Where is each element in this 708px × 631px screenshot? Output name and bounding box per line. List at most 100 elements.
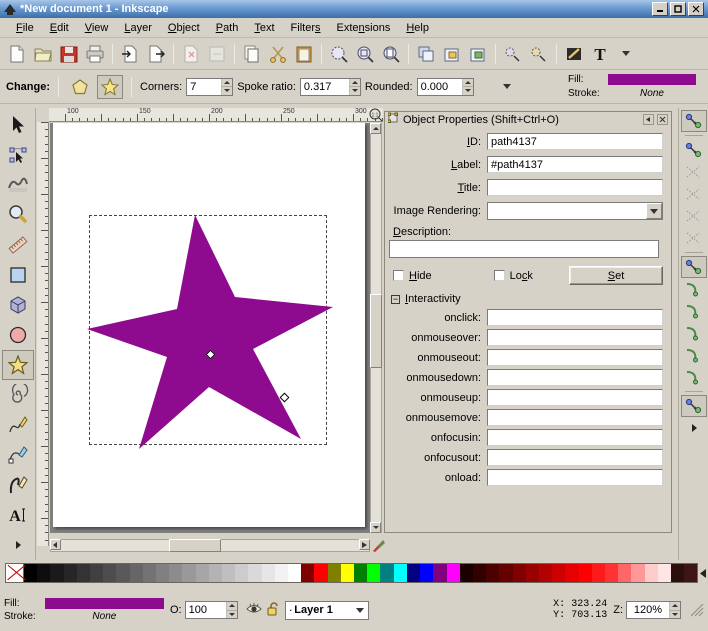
palette-swatch[interactable]: [301, 564, 314, 582]
export-button[interactable]: [143, 41, 169, 67]
palette-swatch[interactable]: [539, 564, 552, 582]
palette-swatch[interactable]: [116, 564, 129, 582]
palette-swatch[interactable]: [407, 564, 420, 582]
eye-icon[interactable]: [246, 602, 262, 618]
new-document-button[interactable]: [4, 41, 30, 67]
ungroup-button[interactable]: [465, 41, 491, 67]
paste-button[interactable]: [291, 41, 317, 67]
node-tool[interactable]: [2, 140, 34, 170]
palette-swatch[interactable]: [354, 564, 367, 582]
palette-swatch[interactable]: [460, 564, 473, 582]
vertical-scroll-thumb[interactable]: [370, 294, 382, 368]
snap-cusp-nodes[interactable]: [681, 322, 707, 344]
open-document-button[interactable]: [30, 41, 56, 67]
rounded-stepper[interactable]: [417, 78, 474, 96]
palette-swatches[interactable]: [24, 563, 698, 583]
redo-button[interactable]: [204, 41, 230, 67]
zoom-selection-button[interactable]: [326, 41, 352, 67]
palette-swatch[interactable]: [37, 564, 50, 582]
hide-checkbox[interactable]: [393, 270, 404, 281]
menu-object[interactable]: Object: [160, 20, 208, 36]
palette-swatch[interactable]: [433, 564, 446, 582]
status-stroke-value[interactable]: None: [45, 611, 164, 622]
palette-swatch[interactable]: [499, 564, 512, 582]
label-input[interactable]: #path4137: [487, 156, 663, 173]
palette-swatch[interactable]: [328, 564, 341, 582]
palette-swatch[interactable]: [671, 564, 684, 582]
chevron-down-icon[interactable]: [356, 608, 364, 613]
palette-swatch[interactable]: [565, 564, 578, 582]
corners-stepper[interactable]: [186, 78, 233, 96]
palette-swatch[interactable]: [262, 564, 275, 582]
palette-swatch[interactable]: [605, 564, 618, 582]
zoom-tool[interactable]: [2, 200, 34, 230]
canvas-horizontal-scrollbar[interactable]: [50, 539, 370, 552]
palette-swatch[interactable]: [222, 564, 235, 582]
rounded-input[interactable]: [418, 79, 462, 95]
palette-swatch[interactable]: [248, 564, 261, 582]
horizontal-scroll-thumb[interactable]: [169, 539, 221, 552]
snap-path-intersections[interactable]: [681, 300, 707, 322]
spoke-ratio-input[interactable]: [301, 79, 349, 95]
id-input[interactable]: path4137: [487, 133, 663, 150]
description-input[interactable]: [389, 240, 659, 258]
palette-swatch[interactable]: [526, 564, 539, 582]
palette-swatch[interactable]: [143, 564, 156, 582]
zoom-spin-down[interactable]: [670, 611, 680, 619]
close-icon[interactable]: [657, 114, 668, 125]
palette-swatch[interactable]: [103, 564, 116, 582]
layer-dropdown[interactable]: · Layer 1: [285, 601, 369, 620]
palette-swatch[interactable]: [341, 564, 354, 582]
onmouseup-input[interactable]: [487, 389, 663, 406]
snap-bbox-edges[interactable]: [681, 161, 707, 183]
rounded-spin-arrows[interactable]: [462, 79, 474, 95]
palette-swatch[interactable]: [50, 564, 63, 582]
color-picker-corner-icon[interactable]: [371, 538, 386, 553]
star-object[interactable]: [83, 211, 335, 455]
palette-swatch[interactable]: [90, 564, 103, 582]
onfocusin-input[interactable]: [487, 429, 663, 446]
rounded-spin-up[interactable]: [463, 79, 473, 88]
spoke-ratio-stepper[interactable]: [300, 78, 361, 96]
import-button[interactable]: [117, 41, 143, 67]
box3d-tool[interactable]: [2, 290, 34, 320]
maximize-button[interactable]: [670, 2, 686, 16]
palette-swatch[interactable]: [513, 564, 526, 582]
scroll-left-button[interactable]: [50, 539, 61, 550]
palette-swatch[interactable]: [684, 564, 697, 582]
palette-swatch[interactable]: [658, 564, 671, 582]
status-fill-swatch[interactable]: [45, 598, 164, 609]
snap-nodes-paths[interactable]: [681, 256, 707, 278]
onload-input[interactable]: [487, 469, 663, 486]
save-document-button[interactable]: [56, 41, 82, 67]
palette-swatch[interactable]: [592, 564, 605, 582]
palette-swatch[interactable]: [288, 564, 301, 582]
palette-swatch[interactable]: [64, 564, 77, 582]
corners-spin-up[interactable]: [222, 79, 232, 88]
scroll-down-button[interactable]: [370, 522, 381, 533]
rectangle-tool[interactable]: [2, 260, 34, 290]
zoom-page-button[interactable]: [378, 41, 404, 67]
palette-swatch[interactable]: [275, 564, 288, 582]
onmouseout-input[interactable]: [487, 349, 663, 366]
palette-swatch[interactable]: [367, 564, 380, 582]
corners-input[interactable]: [187, 79, 221, 95]
spoke-spin-up[interactable]: [350, 79, 360, 88]
onmouseover-input[interactable]: [487, 329, 663, 346]
chevron-down-icon[interactable]: [646, 203, 662, 219]
menu-filters[interactable]: Filters: [283, 20, 329, 36]
palette-swatch[interactable]: [196, 564, 209, 582]
close-button[interactable]: [688, 2, 704, 16]
stroke-value[interactable]: None: [608, 88, 696, 99]
calligraphy-tool[interactable]: [2, 470, 34, 500]
menu-view[interactable]: View: [77, 20, 117, 36]
zoom-1-1-icon[interactable]: 1:1: [369, 108, 383, 122]
scroll-right-button[interactable]: [359, 539, 370, 550]
menu-layer[interactable]: Layer: [116, 20, 160, 36]
palette-swatch[interactable]: [77, 564, 90, 582]
zoom-spin-up[interactable]: [670, 602, 680, 611]
unlocked-icon[interactable]: [267, 602, 280, 619]
more-tools-chevron-down-icon[interactable]: [2, 530, 34, 560]
document-page[interactable]: [53, 123, 365, 527]
spoke-spin-down[interactable]: [350, 87, 360, 95]
